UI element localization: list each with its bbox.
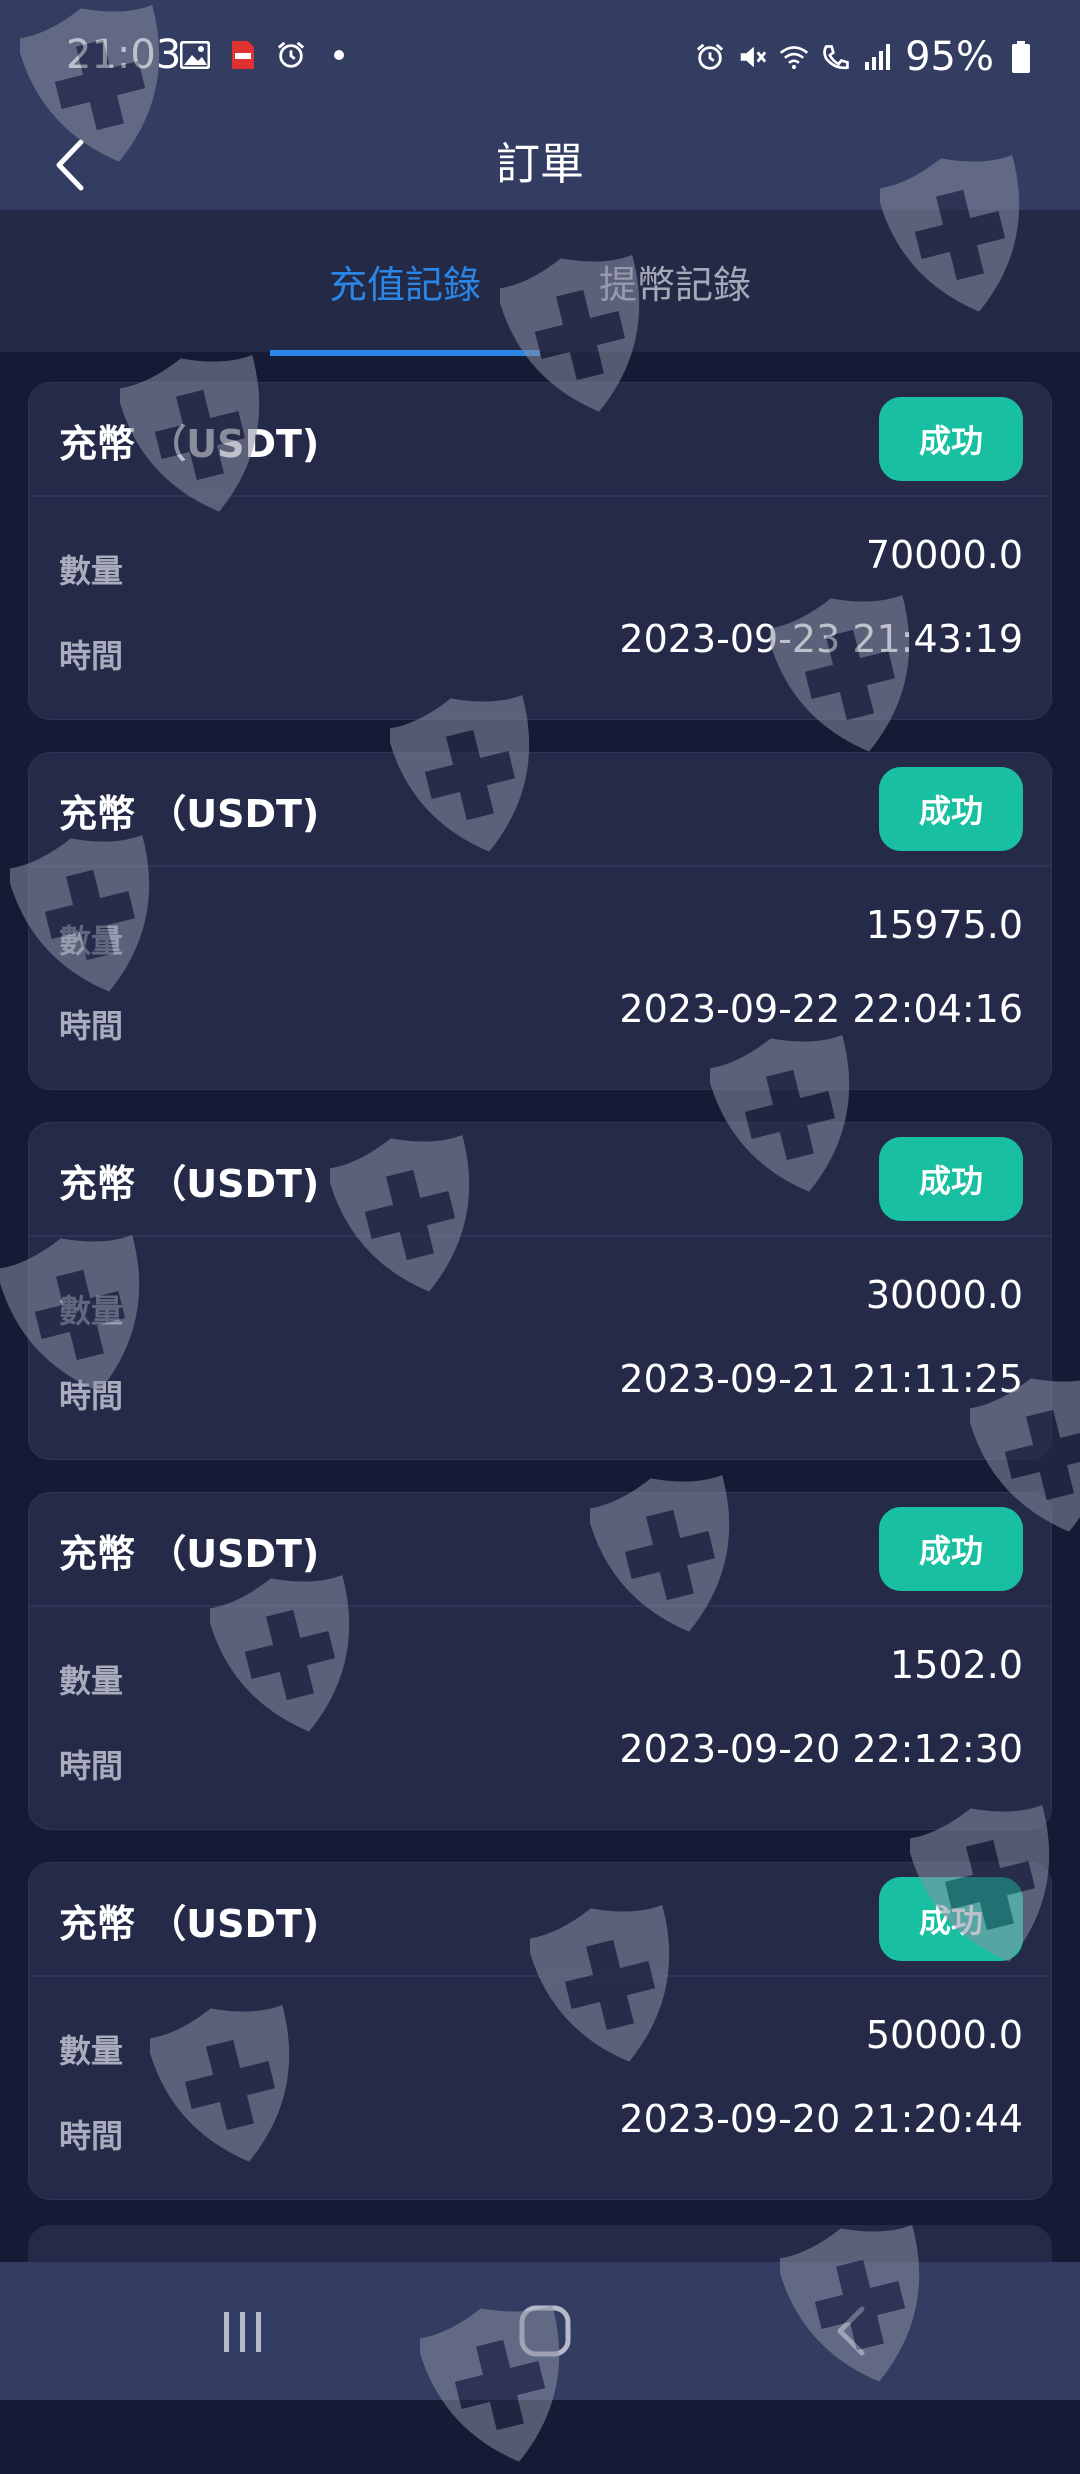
record-card[interactable]: 充幣 （USDT) 成功 數量 15975.0 時間 2023-09-22 22… bbox=[28, 752, 1052, 1090]
alarm-icon bbox=[695, 42, 725, 72]
record-title: 充幣 （USDT) bbox=[59, 422, 320, 466]
system-nav-bar bbox=[0, 2262, 1080, 2400]
battery-percent: 95% bbox=[905, 34, 994, 80]
quantity-label: 數量 bbox=[59, 1292, 124, 1330]
home-button[interactable] bbox=[485, 2262, 605, 2400]
quantity-value: 30000.0 bbox=[865, 1273, 1023, 1317]
quantity-label: 數量 bbox=[59, 2032, 124, 2070]
dot-icon bbox=[324, 40, 354, 70]
record-title: 充幣 （USDT) bbox=[59, 1162, 320, 1206]
quantity-label: 數量 bbox=[59, 552, 124, 590]
status-badge: 成功 bbox=[879, 767, 1023, 851]
quantity-label: 數量 bbox=[59, 1662, 124, 1700]
time-value: 2023-09-21 21:11:25 bbox=[619, 1357, 1023, 1401]
active-tab-indicator bbox=[270, 350, 540, 356]
home-icon bbox=[519, 2305, 571, 2357]
record-card-header: 充幣 （USDT) 成功 bbox=[29, 1493, 1051, 1607]
record-card[interactable]: 充幣 （USDT) 成功 數量 30000.0 時間 2023-09-21 21… bbox=[28, 1122, 1052, 1460]
record-card-header: 充幣 （USDT) 成功 bbox=[29, 753, 1051, 867]
tab-bar: 充值記錄 提幣記錄 bbox=[0, 210, 1080, 352]
battery-icon bbox=[1006, 41, 1036, 73]
recent-apps-icon bbox=[224, 2312, 261, 2352]
tab-deposit-records[interactable]: 充值記錄 bbox=[270, 210, 540, 352]
records-list: 充幣 （USDT) 成功 數量 70000.0 時間 2023-09-23 21… bbox=[28, 382, 1052, 2232]
record-title: 充幣 （USDT) bbox=[59, 792, 320, 836]
status-badge: 成功 bbox=[879, 397, 1023, 481]
system-back-button[interactable] bbox=[790, 2262, 910, 2400]
image-icon bbox=[180, 40, 210, 70]
page-title: 訂單 bbox=[496, 139, 584, 190]
time-label: 時間 bbox=[59, 2117, 124, 2155]
time-label: 時間 bbox=[59, 1377, 124, 1415]
status-left-icons bbox=[180, 40, 354, 70]
record-card[interactable]: 充幣 （USDT) 成功 數量 50000.0 時間 2023-09-20 21… bbox=[28, 1862, 1052, 2200]
status-badge: 成功 bbox=[879, 1877, 1023, 1961]
record-title: 充幣 （USDT) bbox=[59, 1532, 320, 1576]
time-label: 時間 bbox=[59, 637, 124, 675]
record-card[interactable]: 充幣 （USDT) 成功 數量 1502.0 時間 2023-09-20 22:… bbox=[28, 1492, 1052, 1830]
record-card-header: 充幣 （USDT) 成功 bbox=[29, 1863, 1051, 1977]
back-icon bbox=[837, 2306, 865, 2356]
status-time: 21:03 bbox=[66, 32, 182, 78]
alarm-icon bbox=[276, 40, 306, 70]
time-value: 2023-09-23 21:43:19 bbox=[619, 617, 1023, 661]
time-label: 時間 bbox=[59, 1747, 124, 1785]
pdf-icon bbox=[228, 40, 258, 70]
status-badge: 成功 bbox=[879, 1507, 1023, 1591]
time-value: 2023-09-22 22:04:16 bbox=[619, 987, 1023, 1031]
record-card-partial[interactable] bbox=[28, 2225, 1052, 2265]
wifi-icon bbox=[779, 42, 809, 72]
quantity-value: 50000.0 bbox=[865, 2013, 1023, 2057]
time-value: 2023-09-20 21:20:44 bbox=[619, 2097, 1023, 2141]
quantity-label: 數量 bbox=[59, 922, 124, 960]
record-card-header: 充幣 （USDT) 成功 bbox=[29, 383, 1051, 497]
quantity-value: 1502.0 bbox=[890, 1643, 1023, 1687]
record-card-header: 充幣 （USDT) 成功 bbox=[29, 1123, 1051, 1237]
tab-withdraw-records[interactable]: 提幣記錄 bbox=[540, 210, 810, 352]
quantity-value: 15975.0 bbox=[865, 903, 1023, 947]
record-card[interactable]: 充幣 （USDT) 成功 數量 70000.0 時間 2023-09-23 21… bbox=[28, 382, 1052, 720]
call-icon bbox=[821, 42, 851, 72]
status-badge: 成功 bbox=[879, 1137, 1023, 1221]
recent-apps-button[interactable] bbox=[183, 2262, 303, 2400]
time-value: 2023-09-20 22:12:30 bbox=[619, 1727, 1023, 1771]
signal-icon bbox=[863, 42, 893, 72]
time-label: 時間 bbox=[59, 1007, 124, 1045]
mute-icon bbox=[737, 42, 767, 72]
app-header: 訂單 bbox=[0, 120, 1080, 210]
status-right-icons: 95% bbox=[695, 34, 1036, 80]
quantity-value: 70000.0 bbox=[865, 533, 1023, 577]
record-title: 充幣 （USDT) bbox=[59, 1902, 320, 1946]
status-bar: 21:03 95% bbox=[0, 0, 1080, 120]
